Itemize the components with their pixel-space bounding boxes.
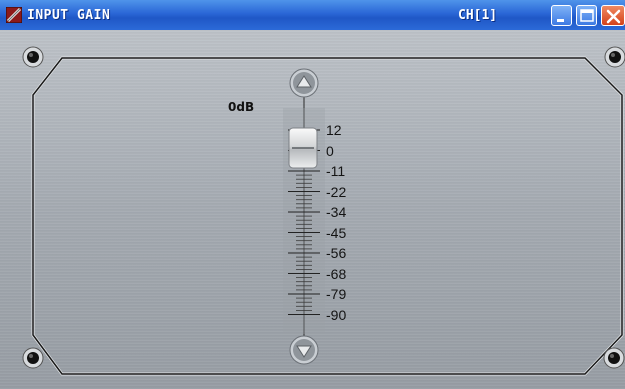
gain-panel: 0dB 12 0 -11 -22 -34 -45 -56 -68 -79 -90 [0, 30, 625, 389]
input-gain-window: INPUT GAIN CH[1] 0dB 12 0 -11 -22 -34 -4… [0, 0, 625, 389]
scale-label: -68 [326, 265, 347, 282]
scale-label: -79 [326, 286, 347, 302]
scale-label: 0 [326, 142, 334, 159]
close-icon [606, 9, 621, 24]
minimize-icon [557, 19, 564, 22]
scale-label: -11 [326, 163, 346, 179]
scale-label: -45 [326, 224, 347, 241]
scale-label: -34 [326, 204, 347, 220]
gain-scale-ticks [288, 129, 320, 315]
minimize-button[interactable] [551, 5, 572, 26]
scale-label: -56 [326, 245, 347, 261]
scale-label: -90 [326, 306, 347, 323]
gain-fader-knob[interactable] [288, 127, 318, 169]
window-title: INPUT GAIN [27, 8, 111, 23]
channel-label: CH[1] [458, 8, 498, 23]
app-icon [6, 7, 22, 23]
scale-label: 12 [326, 122, 342, 138]
maximize-icon [580, 9, 594, 22]
close-button[interactable] [601, 5, 625, 26]
title-bar[interactable]: INPUT GAIN CH[1] [0, 0, 625, 31]
scale-label: -22 [326, 183, 347, 200]
maximize-button[interactable] [576, 5, 597, 26]
